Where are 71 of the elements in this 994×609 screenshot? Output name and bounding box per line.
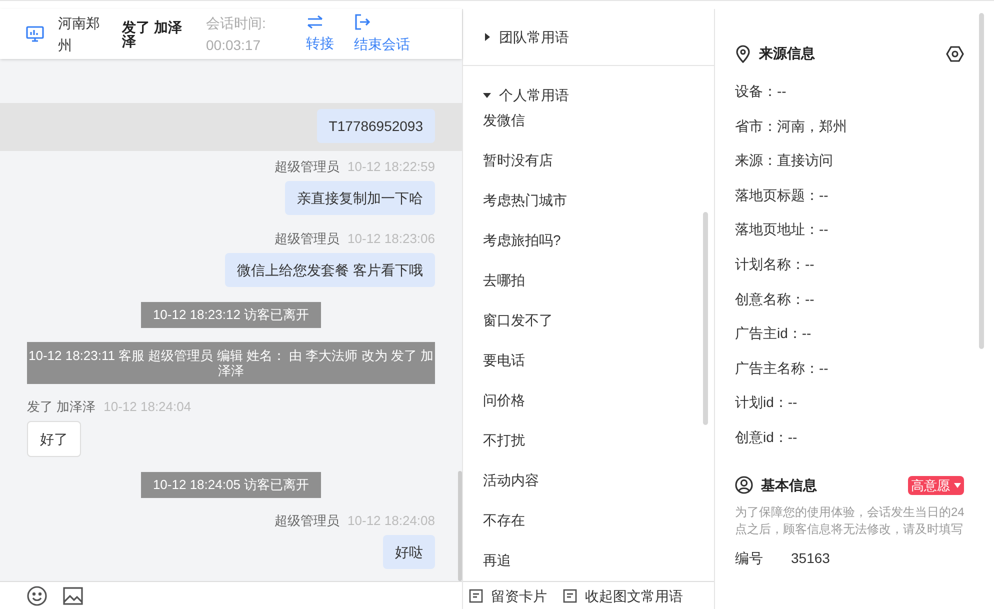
phrase-group-toggle[interactable]: 个人常用语 [483, 66, 569, 110]
document-icon [563, 588, 577, 602]
info-field: 创意名称：-- [735, 282, 974, 316]
settings-icon[interactable] [946, 44, 964, 62]
phrase-item[interactable]: 暂时没有店 [483, 150, 694, 190]
info-field: 广告主id：-- [735, 316, 974, 351]
transfer-button[interactable]: 转接 [306, 14, 334, 54]
visitor-location: 河南郑州 [58, 14, 101, 55]
message-time: 10-12 18:24:08 [348, 512, 435, 530]
sender-name: 超级管理员 [274, 512, 340, 530]
emoji-icon[interactable] [27, 586, 47, 606]
phrase-item[interactable]: 窗口发不了 [483, 310, 694, 350]
timer-label: 会话时间: [206, 14, 267, 33]
info-field: 省市：河南，郑州 [735, 108, 974, 144]
message-time: 10-12 18:23:06 [348, 230, 435, 248]
phrase-item[interactable]: 问价格 [483, 390, 694, 430]
intent-tag[interactable]: 高意愿 [908, 476, 964, 495]
phrase-item[interactable]: 再追 [483, 550, 694, 581]
scrollbar-thumb[interactable] [979, 13, 984, 349]
message-bubble: 好了 [27, 421, 81, 457]
info-field: 落地页地址：-- [735, 212, 974, 247]
message-time: 10-12 18:22:59 [348, 158, 435, 176]
phrase-item[interactable]: 去哪拍 [483, 270, 694, 310]
message-bubble: 微信上给您发套餐 客片看下哦 [225, 253, 435, 287]
phrase-item[interactable]: 不存在 [483, 510, 694, 550]
system-notice: 10-12 18:23:11 客服 超级管理员 编辑 姓名： 由 李大法师 改为 发了 加泽泽 [27, 342, 435, 384]
phrase-group-toggle[interactable]: 团队常用语 [483, 9, 569, 65]
visitor-name: 发了 加泽泽 [122, 20, 183, 48]
scrollbar-thumb[interactable] [458, 471, 462, 581]
sender-name: 超级管理员 [274, 230, 340, 248]
exit-icon [354, 14, 370, 30]
message-bubble: 好哒 [383, 535, 435, 569]
monitor-icon [26, 26, 44, 42]
phrase-item[interactable]: 活动内容 [483, 470, 694, 510]
message-time: 10-12 18:24:04 [104, 398, 192, 416]
phrase-item[interactable]: 发微信 [483, 110, 694, 150]
end-session-button[interactable]: 结束会话 [354, 14, 410, 54]
info-field: 设备：-- [735, 74, 974, 109]
info-field: 创意id：-- [735, 420, 974, 455]
phrase-item[interactable]: 考虑热门城市 [483, 190, 694, 230]
caret-down-icon [954, 482, 961, 488]
location-pin-icon [735, 44, 751, 62]
section-title: 来源信息 [759, 44, 816, 63]
phrase-item[interactable]: 要电话 [483, 350, 694, 390]
notice-text: 为了保障您的使用体验，会话发生当日的24点之后，顾客信息将无法修改，请及时填写 [735, 504, 966, 538]
collapse-phrases-button[interactable]: 收起图文常用语 [563, 588, 683, 604]
timer-value: 00:03:17 [206, 36, 262, 55]
info-field: 计划id：-- [735, 385, 974, 420]
field-value: 35163 [791, 548, 830, 568]
caret-down-icon [483, 91, 491, 99]
message-bubble: 亲直接复制加一下哈 [285, 181, 435, 215]
phrase-item[interactable]: 考虑旅拍吗? [483, 230, 694, 270]
info-field: 来源：直接访问 [735, 143, 974, 178]
scrollbar-thumb[interactable] [703, 212, 708, 425]
section-title: 基本信息 [761, 476, 818, 495]
sender-name: 发了 加泽泽 [27, 398, 96, 416]
message-bubble: T17786952093 [316, 109, 435, 143]
info-field: 落地页标题：-- [735, 178, 974, 212]
lead-card-button[interactable]: 留资卡片 [469, 588, 547, 604]
caret-right-icon [483, 33, 491, 41]
image-icon[interactable] [63, 586, 83, 604]
info-field: 广告主名称：-- [735, 350, 974, 386]
info-field: 计划名称：-- [735, 246, 974, 282]
user-circle-icon [735, 476, 753, 494]
document-icon [469, 588, 483, 602]
field-label: 编号 [735, 548, 763, 568]
sender-name: 超级管理员 [274, 158, 340, 176]
system-notice: 10-12 18:24:05 访客已离开 [140, 472, 322, 498]
phrase-item[interactable]: 不打扰 [483, 430, 694, 470]
system-notice: 10-12 18:23:12 访客已离开 [140, 302, 322, 328]
swap-arrows-icon [306, 14, 324, 28]
